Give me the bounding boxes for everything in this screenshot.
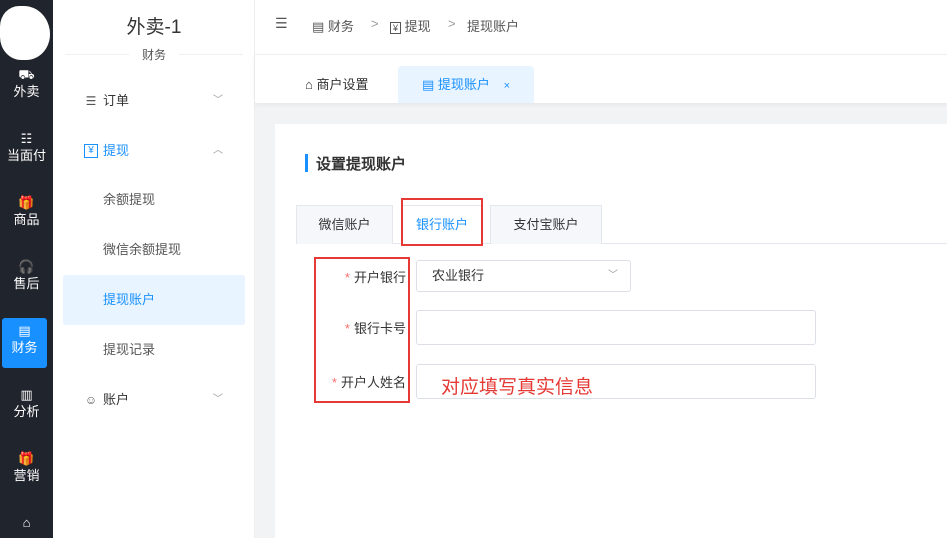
menu-item-wechat-balance-withdraw[interactable]: 微信余额提现: [63, 225, 245, 275]
rail-item-finance[interactable]: ▤ 财务: [2, 318, 47, 368]
menu-group-withdraw[interactable]: ¥ 提现 ︿: [53, 136, 255, 166]
section-title: 设置提现账户: [316, 156, 407, 173]
label-account-holder: * 开户人姓名: [331, 375, 406, 390]
top-bar: ☰ ▤ 财务 > ¥ 提现 > 提现账户: [255, 0, 947, 55]
store-title: 外卖-1: [126, 17, 182, 38]
store-icon: ⌂: [22, 515, 31, 530]
page-tab-strip: ⌂ 商户设置 ▤ 提现账户 ×: [255, 55, 947, 103]
chevron-down-icon: ﹀: [213, 95, 223, 106]
section-accent-bar: [305, 154, 308, 172]
close-icon[interactable]: ×: [504, 80, 510, 92]
list-icon: ☷: [20, 131, 33, 146]
breadcrumb-withdraw[interactable]: ¥ 提现: [390, 16, 431, 35]
required-mark: *: [344, 321, 350, 336]
breadcrumb-withdraw-account: 提现账户: [467, 19, 520, 34]
copy-icon: ▤: [312, 19, 325, 34]
gift-icon: 🎁: [18, 451, 35, 466]
label-card-number: * 银行卡号: [344, 321, 406, 336]
chevron-down-icon: ﹀: [213, 394, 223, 405]
app-rail: ⛟ 外卖 ☷ 当面付 🎁 商品 🎧 售后 ▤ 财务 ▥ 分析 🎁 营销 ⌂: [0, 0, 53, 538]
bank-select[interactable]: 农业银行 ﹀: [416, 260, 631, 292]
card-number-input[interactable]: [416, 310, 816, 345]
rail-item-takeout[interactable]: ⛟ 外卖: [0, 66, 53, 122]
user-circle-icon: ☺: [84, 393, 98, 407]
required-mark: *: [331, 375, 337, 390]
tab-merchant-settings[interactable]: ⌂ 商户设置: [305, 66, 369, 103]
menu-item-withdraw-records[interactable]: 提现记录: [63, 325, 245, 375]
rail-item-store[interactable]: ⌂: [0, 514, 53, 538]
label-bank: * 开户银行: [344, 270, 406, 285]
breadcrumb-separator: >: [448, 16, 456, 31]
required-mark: *: [344, 270, 350, 285]
rail-item-pay-in-person[interactable]: ☷ 当面付: [0, 130, 53, 186]
account-type-tabs: 微信账户 银行账户 支付宝账户: [296, 205, 947, 245]
tab-withdraw-account[interactable]: ▤ 提现账户 ×: [398, 66, 534, 103]
annotation-note: 对应填写真实信息: [441, 377, 594, 398]
menu-group-orders[interactable]: ☰ 订单 ﹀: [53, 86, 255, 116]
copy-icon: ▤: [18, 323, 31, 338]
sub-menu: 外卖-1 财务 ☰ 订单 ﹀ ¥ 提现 ︿ 余额提现 微信余额提现 提现账户 提…: [53, 0, 255, 538]
breadcrumb-separator: >: [371, 16, 379, 31]
list-icon: ☰: [85, 94, 97, 108]
tab-alipay-account[interactable]: 支付宝账户: [490, 205, 602, 244]
menu-item-balance-withdraw[interactable]: 余额提现: [63, 175, 245, 225]
chevron-down-icon: ﹀: [608, 270, 618, 281]
menu-item-withdraw-account[interactable]: 提现账户: [63, 275, 245, 325]
highlight-box-bank-tab: [401, 198, 483, 246]
yen-icon: ¥: [84, 144, 98, 158]
scooter-icon: ⛟: [18, 67, 35, 82]
rail-item-products[interactable]: 🎁 商品: [0, 194, 53, 250]
main-content: 设置提现账户 微信账户 银行账户 支付宝账户 * 开户银行 农业银行 ﹀ * 银行卡…: [275, 124, 947, 538]
store-icon: ⌂: [305, 77, 313, 92]
section-subtitle: 财务: [129, 46, 179, 63]
chevron-up-icon: ︿: [213, 145, 223, 156]
app-logo: [0, 6, 50, 60]
gift-icon: 🎁: [18, 195, 35, 210]
yen-icon: ¥: [390, 22, 402, 34]
rail-item-marketing[interactable]: 🎁 营销: [0, 450, 53, 506]
rail-item-after-sales[interactable]: 🎧 售后: [0, 258, 53, 314]
headset-icon: 🎧: [18, 259, 35, 274]
copy-icon: ▤: [422, 77, 435, 92]
menu-group-account[interactable]: ☺ 账户 ﹀: [53, 385, 255, 415]
breadcrumb-finance[interactable]: ▤ 财务: [312, 16, 354, 35]
rail-item-analytics[interactable]: ▥ 分析: [0, 386, 53, 442]
collapse-menu-icon[interactable]: ☰: [275, 15, 288, 32]
bar-chart-icon: ▥: [20, 387, 33, 402]
tab-wechat-account[interactable]: 微信账户: [296, 205, 393, 244]
